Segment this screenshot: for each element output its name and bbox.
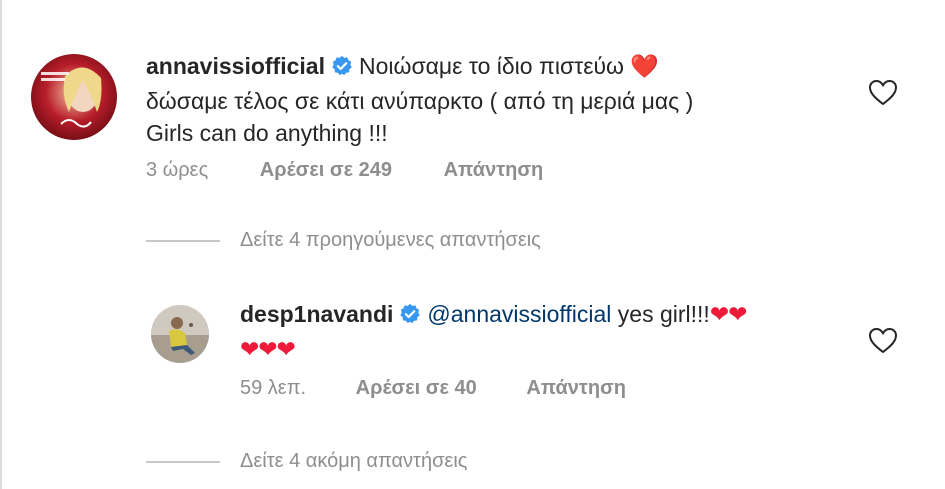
mention-link[interactable]: @annavissiofficial (427, 301, 611, 327)
comment-text-line: Girls can do anything !!! (146, 120, 388, 146)
comment-text-line: Νοιώσαμε το ίδιο πιστεύω (358, 53, 625, 79)
panel-edge (0, 0, 2, 489)
reply-button[interactable]: Απάντηση (526, 376, 626, 400)
comment-text-line: yes girl!!! (617, 301, 710, 327)
comments-panel: annavissiofficial Νοιώσαμε το ίδιο πιστεύ… (0, 0, 945, 489)
heart-outline-icon[interactable] (868, 327, 898, 355)
heart-emoji: ❤❤ (709, 301, 748, 327)
comment-body: annavissiofficial Νοιώσαμε το ίδιο πιστεύ… (146, 50, 846, 149)
comment-username[interactable]: desp1navandi (240, 301, 393, 327)
verified-badge-icon (331, 53, 353, 85)
avatar-annavissiofficial[interactable] (31, 54, 117, 140)
likes-count-button[interactable]: Αρέσει σε 40 (356, 376, 477, 400)
comment-username[interactable]: annavissiofficial (146, 53, 325, 79)
avatar-desp1navandi[interactable] (151, 305, 209, 363)
replies-divider (146, 460, 220, 463)
heart-outline-icon[interactable] (868, 79, 898, 107)
comment-time: 59 λεπ. (240, 377, 307, 399)
comment-meta: 3 ώρες Αρέσει σε 249 Απάντηση (146, 158, 543, 182)
comment-time: 3 ώρες (146, 159, 209, 181)
view-more-replies-button[interactable]: Δείτε 4 ακόμη απαντήσεις (146, 450, 467, 473)
view-previous-replies-button[interactable]: Δείτε 4 προηγούμενες απαντήσεις (146, 229, 541, 252)
likes-count-button[interactable]: Αρέσει σε 249 (260, 158, 392, 182)
view-replies-label: Δείτε 4 προηγούμενες απαντήσεις (240, 229, 541, 251)
replies-divider (146, 239, 220, 242)
reply-button[interactable]: Απάντηση (444, 158, 544, 182)
view-replies-label: Δείτε 4 ακόμη απαντήσεις (240, 450, 468, 472)
verified-badge-icon (399, 301, 421, 333)
heart-emoji: ❤❤❤ (240, 336, 296, 362)
reply-body: desp1navandi @annavissiofficial yes girl!… (240, 298, 860, 365)
heart-emoji: ❤️ (630, 53, 659, 79)
comment-meta: 59 λεπ. Αρέσει σε 40 Απάντηση (240, 376, 626, 400)
comment-text-line: δώσαμε τέλος σε κάτι ανύπαρκτο ( από τη … (146, 88, 694, 114)
